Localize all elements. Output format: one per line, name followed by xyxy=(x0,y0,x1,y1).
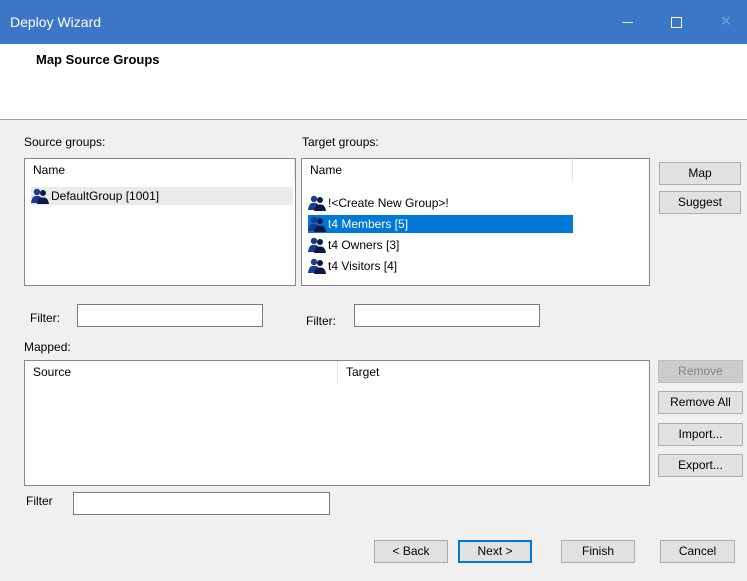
source-groups-label: Source groups: xyxy=(24,135,106,149)
header-panel: Map Source Groups xyxy=(0,44,747,119)
mapped-filter-input[interactable] xyxy=(73,492,330,515)
group-icon xyxy=(308,195,326,211)
close-icon: ✕ xyxy=(719,13,733,30)
group-icon xyxy=(308,258,326,274)
suggest-button[interactable]: Suggest xyxy=(659,191,741,214)
next-button[interactable]: Next > xyxy=(458,540,532,563)
mapped-list[interactable]: Source Target xyxy=(24,360,650,486)
remove-all-button[interactable]: Remove All xyxy=(658,391,743,414)
source-filter-label: Filter: xyxy=(30,311,60,325)
header-separator xyxy=(0,119,747,120)
list-item-label: t4 Owners [3] xyxy=(328,238,400,252)
mapped-label: Mapped: xyxy=(24,340,71,354)
target-group-item[interactable]: !<Create New Group>! xyxy=(308,194,573,212)
target-groups-list[interactable]: Name !<Create New Group>! t4 Members [5]… xyxy=(301,158,650,286)
list-item-label: t4 Visitors [4] xyxy=(328,259,398,273)
title-bar: Deploy Wizard ✕ xyxy=(0,0,747,44)
maximize-button[interactable] xyxy=(655,8,697,36)
close-button[interactable]: ✕ xyxy=(705,8,747,36)
group-icon xyxy=(308,216,326,232)
mapped-target-column-header[interactable]: Target xyxy=(338,361,649,383)
remove-button[interactable]: Remove xyxy=(658,360,743,383)
export-button[interactable]: Export... xyxy=(658,454,743,477)
minimize-icon xyxy=(621,21,633,23)
finish-button[interactable]: Finish xyxy=(561,540,635,563)
back-button[interactable]: < Back xyxy=(374,540,448,563)
list-item-label: !<Create New Group>! xyxy=(328,196,449,210)
source-name-column-header[interactable]: Name xyxy=(25,159,295,181)
import-button[interactable]: Import... xyxy=(658,423,743,446)
group-icon xyxy=(31,188,49,204)
minimize-button[interactable] xyxy=(606,8,648,36)
target-group-item[interactable]: t4 Owners [3] xyxy=(308,236,573,254)
map-button[interactable]: Map xyxy=(659,162,741,185)
source-groups-list[interactable]: Name DefaultGroup [1001] xyxy=(24,158,296,286)
cancel-button[interactable]: Cancel xyxy=(660,540,735,563)
group-icon xyxy=(308,237,326,253)
mapped-filter-label: Filter xyxy=(26,494,53,508)
target-groups-label: Target groups: xyxy=(302,135,379,149)
target-filter-label: Filter: xyxy=(306,314,336,328)
source-group-item[interactable]: DefaultGroup [1001] xyxy=(31,187,293,205)
source-filter-input[interactable] xyxy=(77,304,263,327)
page-title: Map Source Groups xyxy=(36,52,160,67)
target-group-item[interactable]: t4 Visitors [4] xyxy=(308,257,573,275)
target-group-item-selected[interactable]: t4 Members [5] xyxy=(308,215,573,233)
list-item-label: DefaultGroup [1001] xyxy=(51,189,160,203)
target-name-column-header[interactable]: Name xyxy=(302,159,573,181)
target-filter-input[interactable] xyxy=(354,304,540,327)
window-title: Deploy Wizard xyxy=(10,14,102,30)
mapped-source-column-header[interactable]: Source xyxy=(25,361,338,383)
maximize-icon xyxy=(670,16,682,28)
list-item-label: t4 Members [5] xyxy=(328,217,409,231)
